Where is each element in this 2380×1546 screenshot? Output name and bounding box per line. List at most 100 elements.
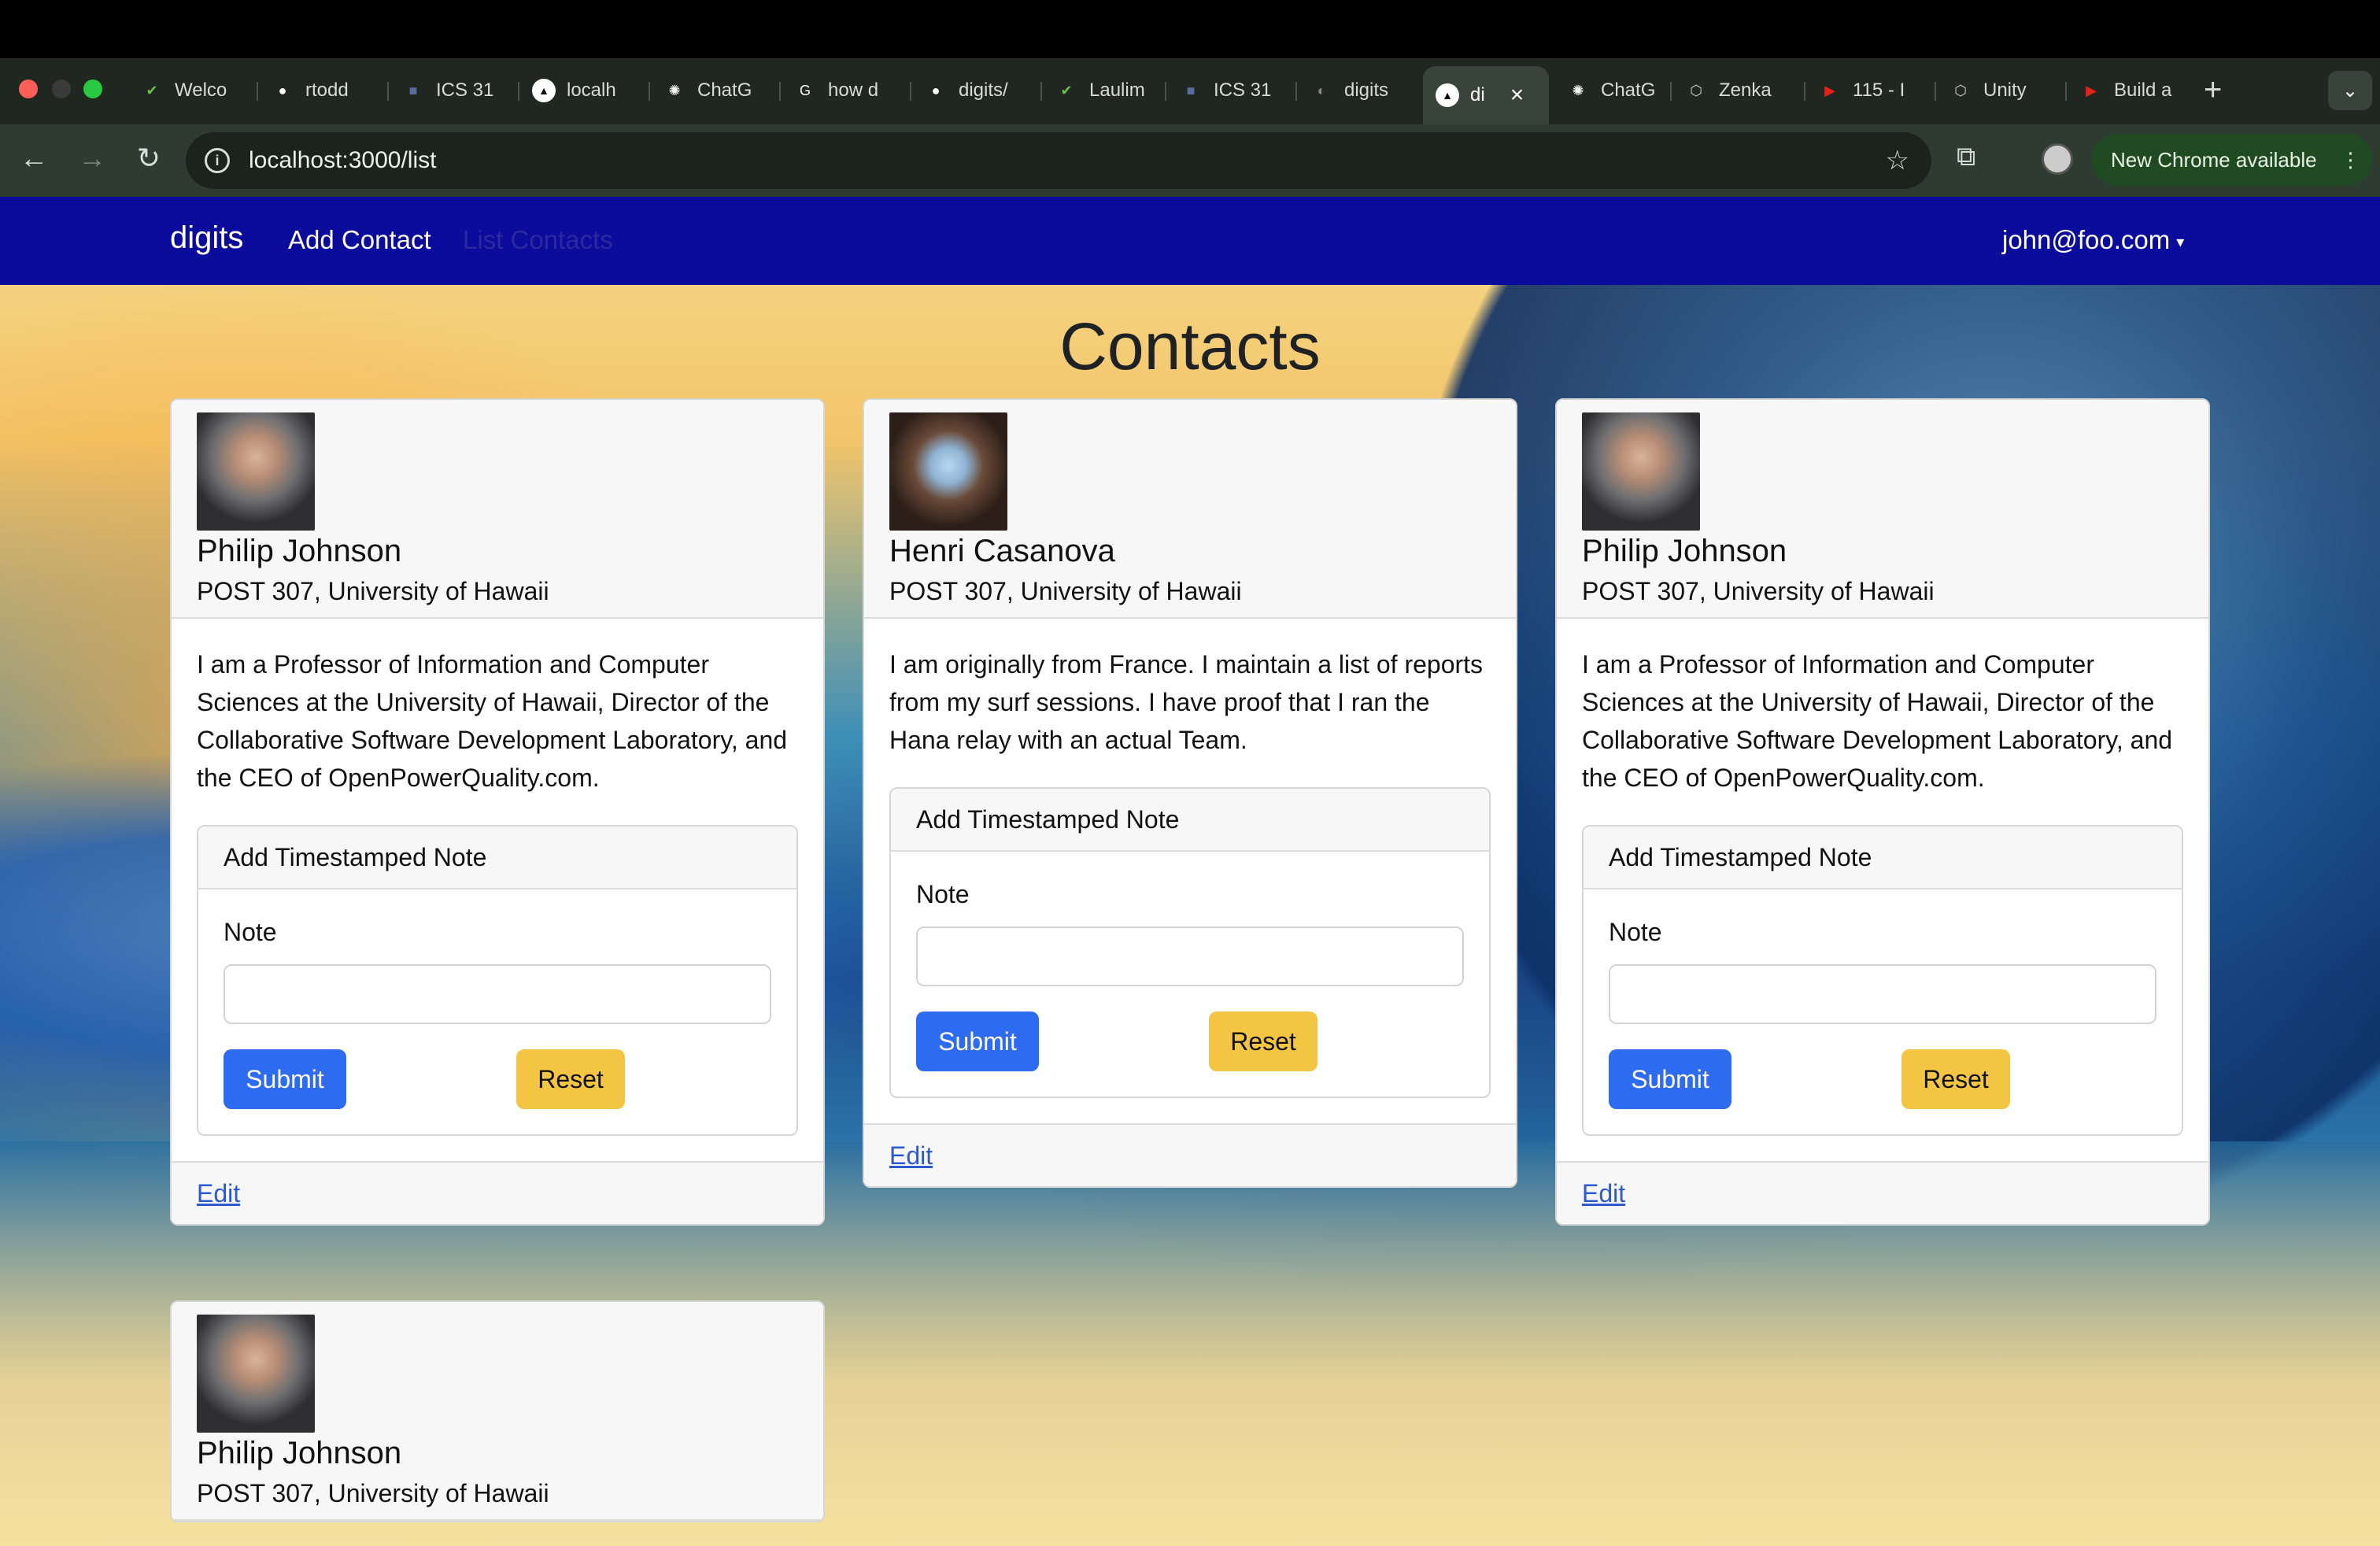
edit-link[interactable]: Edit [197,1179,240,1208]
tab-separator [1040,82,1042,101]
browser-tab[interactable]: ⬡ Zenka [1676,71,1798,110]
minimize-window-button[interactable] [52,80,71,98]
browser-tab[interactable]: ● rtodd [263,71,381,110]
contact-address: POST 307, University of Hawaii [197,577,549,605]
browser-tab[interactable]: ✔ Welco [132,71,250,110]
submit-button[interactable]: Submit [224,1049,346,1109]
address-bar[interactable]: i localhost:3000/list ☆ [186,132,1931,189]
contact-name: Philip Johnson [197,1436,402,1470]
browser-tab[interactable]: Ghow d [785,71,904,110]
browser-tab[interactable]: ✔ Laulim [1047,71,1159,110]
reset-button[interactable]: Reset [1901,1049,2010,1109]
note-form-body: Note Submit Reset [891,852,1489,1097]
youtube-icon: ▶ [2086,82,2097,98]
browser-tab[interactable]: ✺ ChatG [1558,71,1669,110]
card-body: I am a Professor of Information and Comp… [1557,619,2208,1161]
browser-tab[interactable]: ● digits/ [916,71,1034,110]
reset-button[interactable]: Reset [1209,1012,1318,1071]
nav-add-contact[interactable]: Add Contact [288,225,431,255]
tab-separator [387,82,389,101]
forward-arrow-icon[interactable]: → [72,142,112,175]
github-icon: ● [278,82,287,98]
browser-tab[interactable]: ◐ digits [1302,71,1417,110]
browser-tab[interactable]: ✺ ChatG [655,71,773,110]
contact-address: POST 307, University of Hawaii [1582,577,1935,605]
note-input[interactable] [1609,964,2156,1024]
brand-link[interactable]: digits [170,220,243,256]
contact-name: Philip Johnson [197,534,402,568]
url-text[interactable]: localhost:3000/list [249,147,436,174]
extensions-puzzle-icon[interactable]: ⧉ [1957,142,1988,173]
contact-card: Philip Johnson POST 307, University of Ha… [170,398,825,1226]
tab-title: ChatG [1601,80,1656,101]
browser-tab[interactable]: ▶ Build a [2071,71,2190,110]
unity-icon: ⬡ [1690,82,1702,98]
chrome-update-chip[interactable]: New Chrome available ⋮ [2092,134,2372,186]
browser-tab[interactable]: ▲ di × [1423,66,1549,124]
kebab-menu-icon[interactable]: ⋮ [2341,148,2361,172]
google-icon: G [799,82,811,98]
profile-avatar[interactable] [2042,143,2073,175]
close-window-button[interactable] [19,80,38,98]
browser-tab[interactable]: ⬡ Unity [1941,71,2059,110]
card-body: I am a Professor of Information and Comp… [172,619,823,1161]
note-input[interactable] [916,926,1464,986]
contact-photo [1582,412,1700,531]
submit-button[interactable]: Submit [1609,1049,1731,1109]
square-icon: ■ [408,82,418,98]
tab-separator [518,82,519,101]
github-icon: ● [931,82,941,98]
note-label: Note [1609,918,1662,946]
app-page: digits Add Contact List Contacts john@fo… [0,197,2380,1546]
chatgpt-icon: ✺ [668,82,681,98]
tab-title: ICS 31 [436,80,494,101]
site-info-icon[interactable]: i [205,148,230,173]
reset-button[interactable]: Reset [516,1049,625,1109]
tab-separator [1295,82,1297,101]
bookmark-star-icon[interactable]: ☆ [1886,145,1909,176]
triangle-icon: ▲ [1436,83,1459,107]
tab-title: 115 - I [1853,80,1905,101]
submit-button[interactable]: Submit [916,1012,1039,1071]
tab-separator [1804,82,1805,101]
browser-tab[interactable]: ▲ localh [524,71,642,110]
note-input[interactable] [224,964,771,1024]
tab-separator [910,82,911,101]
note-buttons: Submit Reset [224,1049,771,1109]
contact-name: Philip Johnson [1582,534,1787,568]
youtube-icon: ▶ [1824,82,1835,98]
close-tab-icon[interactable]: × [1510,82,1524,109]
page-title: Contacts [1059,309,1321,383]
tab-title: Laulim [1089,80,1145,101]
tab-title: digits [1344,80,1389,101]
tab-title: ChatG [697,80,752,101]
tab-search-chevron-icon[interactable]: ⌄ [2328,71,2372,110]
reload-icon[interactable]: ↻ [129,142,168,175]
tab-title: ICS 31 [1214,80,1272,101]
unity-icon: ⬡ [1954,82,1967,98]
note-form-body: Note Submit Reset [198,890,796,1134]
new-tab-icon[interactable]: + [2204,72,2222,108]
user-dropdown[interactable]: john@foo.com ▾ [2002,225,2184,255]
tab-title: rtodd [305,80,349,101]
triangle-icon: ▲ [532,79,556,102]
contact-description: I am a Professor of Information and Comp… [197,650,788,792]
note-form-header: Add Timestamped Note [1584,827,2182,890]
note-form: Add Timestamped Note Note Submit Reset [197,825,798,1136]
browser-tab[interactable]: ■ ICS 31 [1171,71,1289,110]
zoom-window-button[interactable] [83,80,102,98]
tab-title: Unity [1983,80,2027,101]
chatgpt-icon: ✺ [1572,82,1584,98]
user-email: john@foo.com [2002,225,2171,254]
nav-list-contacts[interactable]: List Contacts [463,225,613,255]
edit-link[interactable]: Edit [1582,1179,1625,1208]
note-form-header: Add Timestamped Note [198,827,796,890]
browser-tab[interactable]: ■ ICS 31 [394,71,512,110]
browser-tab[interactable]: ▶ 115 - I [1810,71,1928,110]
card-footer: Edit [864,1123,1516,1186]
edit-link[interactable]: Edit [889,1141,933,1171]
globe-icon: ◐ [1317,82,1326,98]
card-header: Philip Johnson POST 307, University of Ha… [172,400,823,619]
back-arrow-icon[interactable]: ← [14,142,54,175]
note-buttons: Submit Reset [916,1012,1464,1071]
